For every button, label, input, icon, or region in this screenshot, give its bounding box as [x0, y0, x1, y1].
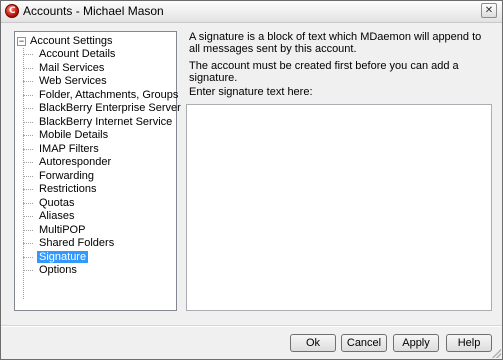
tree-branch-line: [23, 67, 33, 69]
ok-button[interactable]: Ok: [290, 334, 336, 352]
tree-branch-line: [23, 81, 33, 82]
tree-branch-line: [23, 229, 33, 231]
resize-grip-icon[interactable]: [491, 348, 501, 358]
tree-branch-line: [23, 135, 33, 136]
cancel-button[interactable]: Cancel: [341, 334, 387, 352]
signature-notice: The account must be created first before…: [189, 60, 459, 84]
tree-item-label: Signature: [37, 250, 89, 263]
tree-item-label: Folder, Attachments, Groups: [39, 88, 179, 101]
window-title: Accounts - Michael Mason: [23, 4, 164, 18]
tree-item-label: Options: [39, 264, 77, 276]
tree-item-label: Forwarding: [39, 169, 95, 182]
title-bar[interactable]: C Accounts - Michael Mason ✕: [1, 1, 502, 23]
tree-root-label: Account Settings: [30, 35, 113, 47]
tree-branch-line: [23, 94, 33, 96]
settings-tree[interactable]: − Account Settings Account Details Mail S…: [14, 31, 181, 311]
tree-branch-line: [23, 256, 33, 258]
signature-text-area[interactable]: [186, 104, 492, 311]
tree-item-label: Account Details: [39, 48, 116, 60]
mdaemon-app-icon: C: [5, 4, 19, 18]
tree-item-label: Mobile Details: [39, 129, 109, 141]
tree-branch-line: [23, 202, 33, 204]
tree-branch-line: [23, 189, 33, 190]
tree-item-label: BlackBerry Enterprise Server: [39, 102, 181, 114]
tree-item-label: Restrictions: [39, 183, 97, 195]
tree-item-label: IMAP Filters: [39, 142, 99, 155]
tree-branch-line: [23, 108, 33, 109]
tree-item-label: Web Services: [39, 75, 107, 87]
tree-branch-line: [23, 121, 33, 123]
tree-item-label: Autoresponder: [39, 156, 112, 168]
tree-item-label: Mail Services: [39, 61, 105, 74]
tree-branch-line: [23, 243, 33, 244]
tree-branch-line: [23, 162, 33, 163]
tree-branch-line: [23, 270, 33, 271]
apply-button[interactable]: Apply: [393, 334, 439, 352]
accounts-dialog: C Accounts - Michael Mason ✕ − Account S…: [0, 0, 503, 360]
tree-branch-line: [23, 216, 33, 217]
tree-item-label: MultiPOP: [39, 223, 86, 236]
tree-item-label: BlackBerry Internet Service: [39, 115, 173, 128]
help-button[interactable]: Help: [446, 334, 492, 352]
collapse-icon[interactable]: −: [17, 37, 26, 46]
tree-branch-line: [23, 175, 33, 177]
close-button[interactable]: ✕: [481, 3, 497, 18]
tree-branch-line: [23, 148, 33, 150]
tree-item-label: Quotas: [39, 196, 75, 209]
signature-input-label: Enter signature text here:: [189, 86, 313, 98]
dialog-content: − Account Settings Account Details Mail S…: [9, 29, 496, 321]
button-bar: Ok Cancel Apply Help: [1, 327, 502, 359]
tree-item-label: Shared Folders: [39, 237, 115, 249]
tree-branch-line: [23, 54, 33, 55]
tree-item-label: Aliases: [39, 210, 75, 222]
signature-description: A signature is a block of text which MDa…: [189, 31, 482, 55]
tree-connector-line: [23, 48, 24, 299]
